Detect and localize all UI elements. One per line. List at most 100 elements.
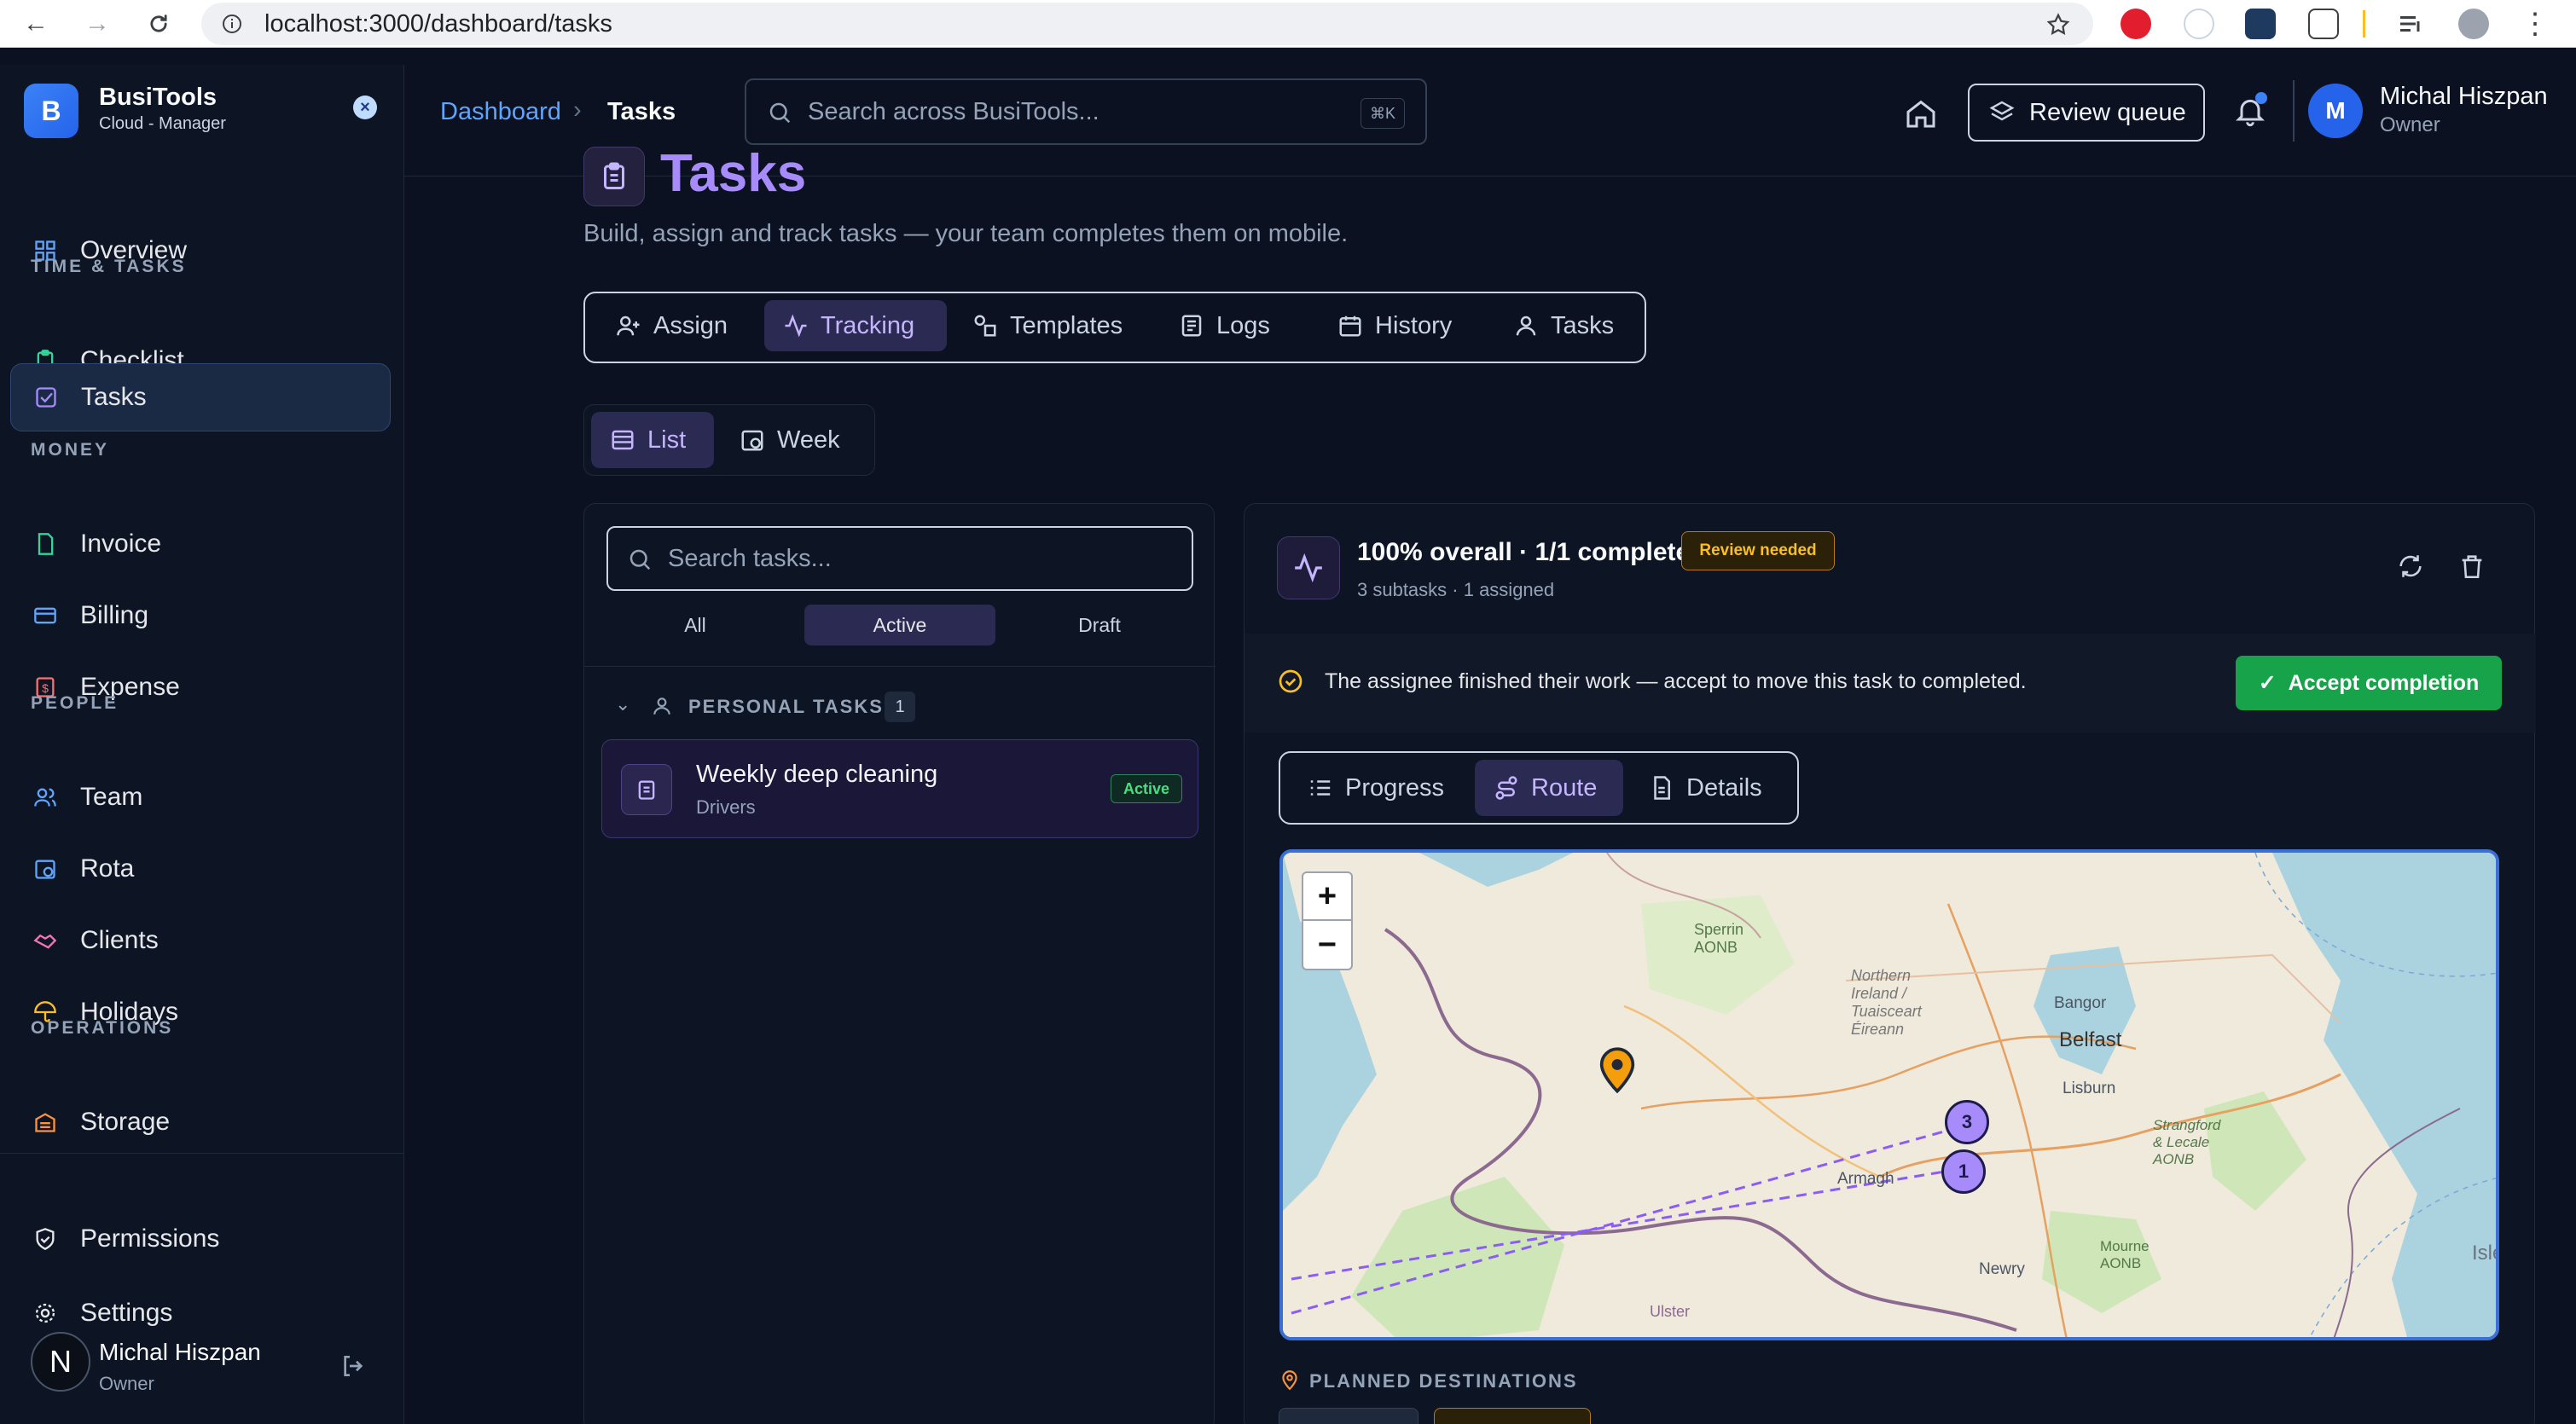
sidebar-item-label: Permissions <box>80 1224 220 1253</box>
task-row[interactable]: Weekly deep cleaning Drivers Active <box>601 739 1198 838</box>
review-needed-badge: Review needed <box>1681 531 1835 570</box>
map-tiles <box>1283 853 2496 1337</box>
route-map[interactable]: + − Sperrin AONB Northern Ireland / Tuai… <box>1279 849 2499 1340</box>
map-label-newry: Newry <box>1979 1260 2025 1278</box>
view-list-button[interactable]: List <box>591 412 714 468</box>
topbar-user-name[interactable]: Michal Hiszpan <box>2380 83 2548 111</box>
tab-label: History <box>1375 311 1453 339</box>
tab-label: Assign <box>653 311 728 339</box>
sidebar-item-team[interactable]: Team <box>10 763 391 831</box>
zoom-out-button[interactable]: − <box>1302 921 1353 970</box>
task-search-input[interactable]: Search tasks... <box>606 526 1193 591</box>
browser-menu-icon[interactable]: ⋮ <box>2518 7 2552 41</box>
filter-draft[interactable]: Draft <box>1004 605 1195 645</box>
notification-dot <box>2255 92 2267 104</box>
users-icon <box>32 784 58 810</box>
task-progress-headline: 100% overall · 1/1 complete <box>1357 538 1691 566</box>
section-time-tasks: TIME & TASKS <box>31 257 187 276</box>
sidebar-item-rota[interactable]: Rota <box>10 835 391 903</box>
tab-route[interactable]: Route <box>1475 760 1623 816</box>
address-bar[interactable]: localhost:3000/dashboard/tasks <box>201 3 2093 45</box>
calendar-icon <box>1339 315 1361 337</box>
sidebar-user-role: Owner <box>99 1373 154 1394</box>
trash-icon[interactable] <box>2457 552 2486 585</box>
url-text[interactable]: localhost:3000/dashboard/tasks <box>264 10 612 38</box>
group-label: PERSONAL TASKS <box>688 696 884 717</box>
tab-templates[interactable]: Templates <box>954 300 1155 351</box>
location-pin-icon[interactable] <box>1598 1045 1636 1097</box>
breadcrumb-dashboard[interactable]: Dashboard <box>440 98 561 126</box>
browser-toolbar: ← → localhost:3000/dashboard/tasks ⋮ <box>0 0 2576 48</box>
sidebar-item-clients[interactable]: Clients <box>10 906 391 975</box>
section-money: MONEY <box>31 440 110 460</box>
tab-tasks[interactable]: Tasks <box>1494 300 1639 351</box>
group-chevron-icon[interactable]: ⌄ <box>615 693 630 715</box>
checkmark-icon: ✓ <box>2258 671 2277 695</box>
filter-all[interactable]: All <box>606 605 784 645</box>
tab-logs[interactable]: Logs <box>1160 300 1314 351</box>
tab-tracking[interactable]: Tracking <box>764 300 947 351</box>
status-badge: Active <box>1111 774 1182 803</box>
global-search-input[interactable]: Search across BusiTools... ⌘K <box>745 78 1427 145</box>
extension-react-icon[interactable] <box>2245 9 2276 39</box>
list-checks-icon <box>1310 780 1331 796</box>
user-avatar[interactable]: M <box>2308 84 2363 138</box>
filter-active[interactable]: Active <box>804 605 995 645</box>
accept-completion-button[interactable]: ✓ Accept completion <box>2236 656 2502 710</box>
sidebar-item-label: Billing <box>80 601 149 629</box>
reload-icon[interactable] <box>142 7 176 41</box>
sidebar-item-label: Settings <box>80 1299 173 1327</box>
profile-avatar[interactable] <box>2458 9 2489 39</box>
map-label-isle: Isle <box>2472 1242 2496 1265</box>
extension-shield-icon[interactable] <box>2121 9 2151 39</box>
bookmark-star-icon[interactable] <box>2045 12 2071 38</box>
sidebar-item-billing[interactable]: Billing <box>10 582 391 650</box>
tab-history[interactable]: History <box>1319 300 1489 351</box>
avatar[interactable]: N <box>31 1332 90 1392</box>
notice-text: The assignee finished their work — accep… <box>1325 669 2027 693</box>
home-icon[interactable] <box>1904 96 1938 135</box>
sidebar-item-storage[interactable]: Storage <box>10 1088 391 1156</box>
sidebar-item-tasks[interactable]: Tasks <box>10 363 391 431</box>
sidebar-item-label: Invoice <box>80 530 162 558</box>
review-queue-button[interactable]: Review queue <box>1968 84 2205 142</box>
site-info-icon[interactable] <box>222 14 242 34</box>
extension-timer-icon[interactable] <box>2184 9 2214 39</box>
tab-assign[interactable]: Assign <box>597 300 759 351</box>
shield-icon <box>32 1226 58 1252</box>
destination-chip[interactable] <box>1279 1408 1419 1424</box>
sidebar-item-invoice[interactable]: Invoice <box>10 510 391 578</box>
check-circle-icon <box>1279 669 1303 693</box>
map-label-bangor: Bangor <box>2054 994 2107 1012</box>
bell-icon[interactable] <box>2233 92 2267 132</box>
main-tabs: Assign Tracking Templates Logs History T… <box>583 292 1646 363</box>
user-icon <box>653 698 670 715</box>
logout-icon[interactable] <box>339 1352 367 1384</box>
shapes-icon <box>974 315 996 337</box>
task-subtitle: Drivers <box>696 796 756 818</box>
map-label-armagh: Armagh <box>1837 1170 1894 1188</box>
destination-chip[interactable] <box>1434 1408 1591 1424</box>
user-plus-icon <box>617 315 640 336</box>
app-logo[interactable]: B <box>24 84 78 138</box>
view-week-button[interactable]: Week <box>721 412 869 468</box>
route-marker[interactable]: 1 <box>1941 1149 1986 1194</box>
media-controls-icon[interactable] <box>2395 9 2426 39</box>
extensions-puzzle-icon[interactable] <box>2308 9 2339 39</box>
tab-label: Logs <box>1216 311 1270 339</box>
zoom-in-button[interactable]: + <box>1302 871 1353 921</box>
document-icon <box>32 531 58 557</box>
map-pin-icon <box>1279 1369 1301 1395</box>
tab-progress[interactable]: Progress <box>1289 760 1468 816</box>
tab-label: Progress <box>1345 773 1445 802</box>
sidebar-divider <box>0 1153 404 1154</box>
forward-icon[interactable]: → <box>80 7 114 41</box>
refresh-icon[interactable] <box>2396 552 2425 585</box>
close-sidebar-icon[interactable]: × <box>353 96 377 119</box>
sidebar-item-permissions[interactable]: Permissions <box>10 1205 391 1273</box>
route-marker[interactable]: 3 <box>1945 1100 1989 1144</box>
sidebar-item-label: Team <box>80 783 143 811</box>
tab-details[interactable]: Details <box>1630 760 1792 816</box>
back-icon[interactable]: ← <box>19 7 53 41</box>
warehouse-icon <box>32 1109 58 1135</box>
